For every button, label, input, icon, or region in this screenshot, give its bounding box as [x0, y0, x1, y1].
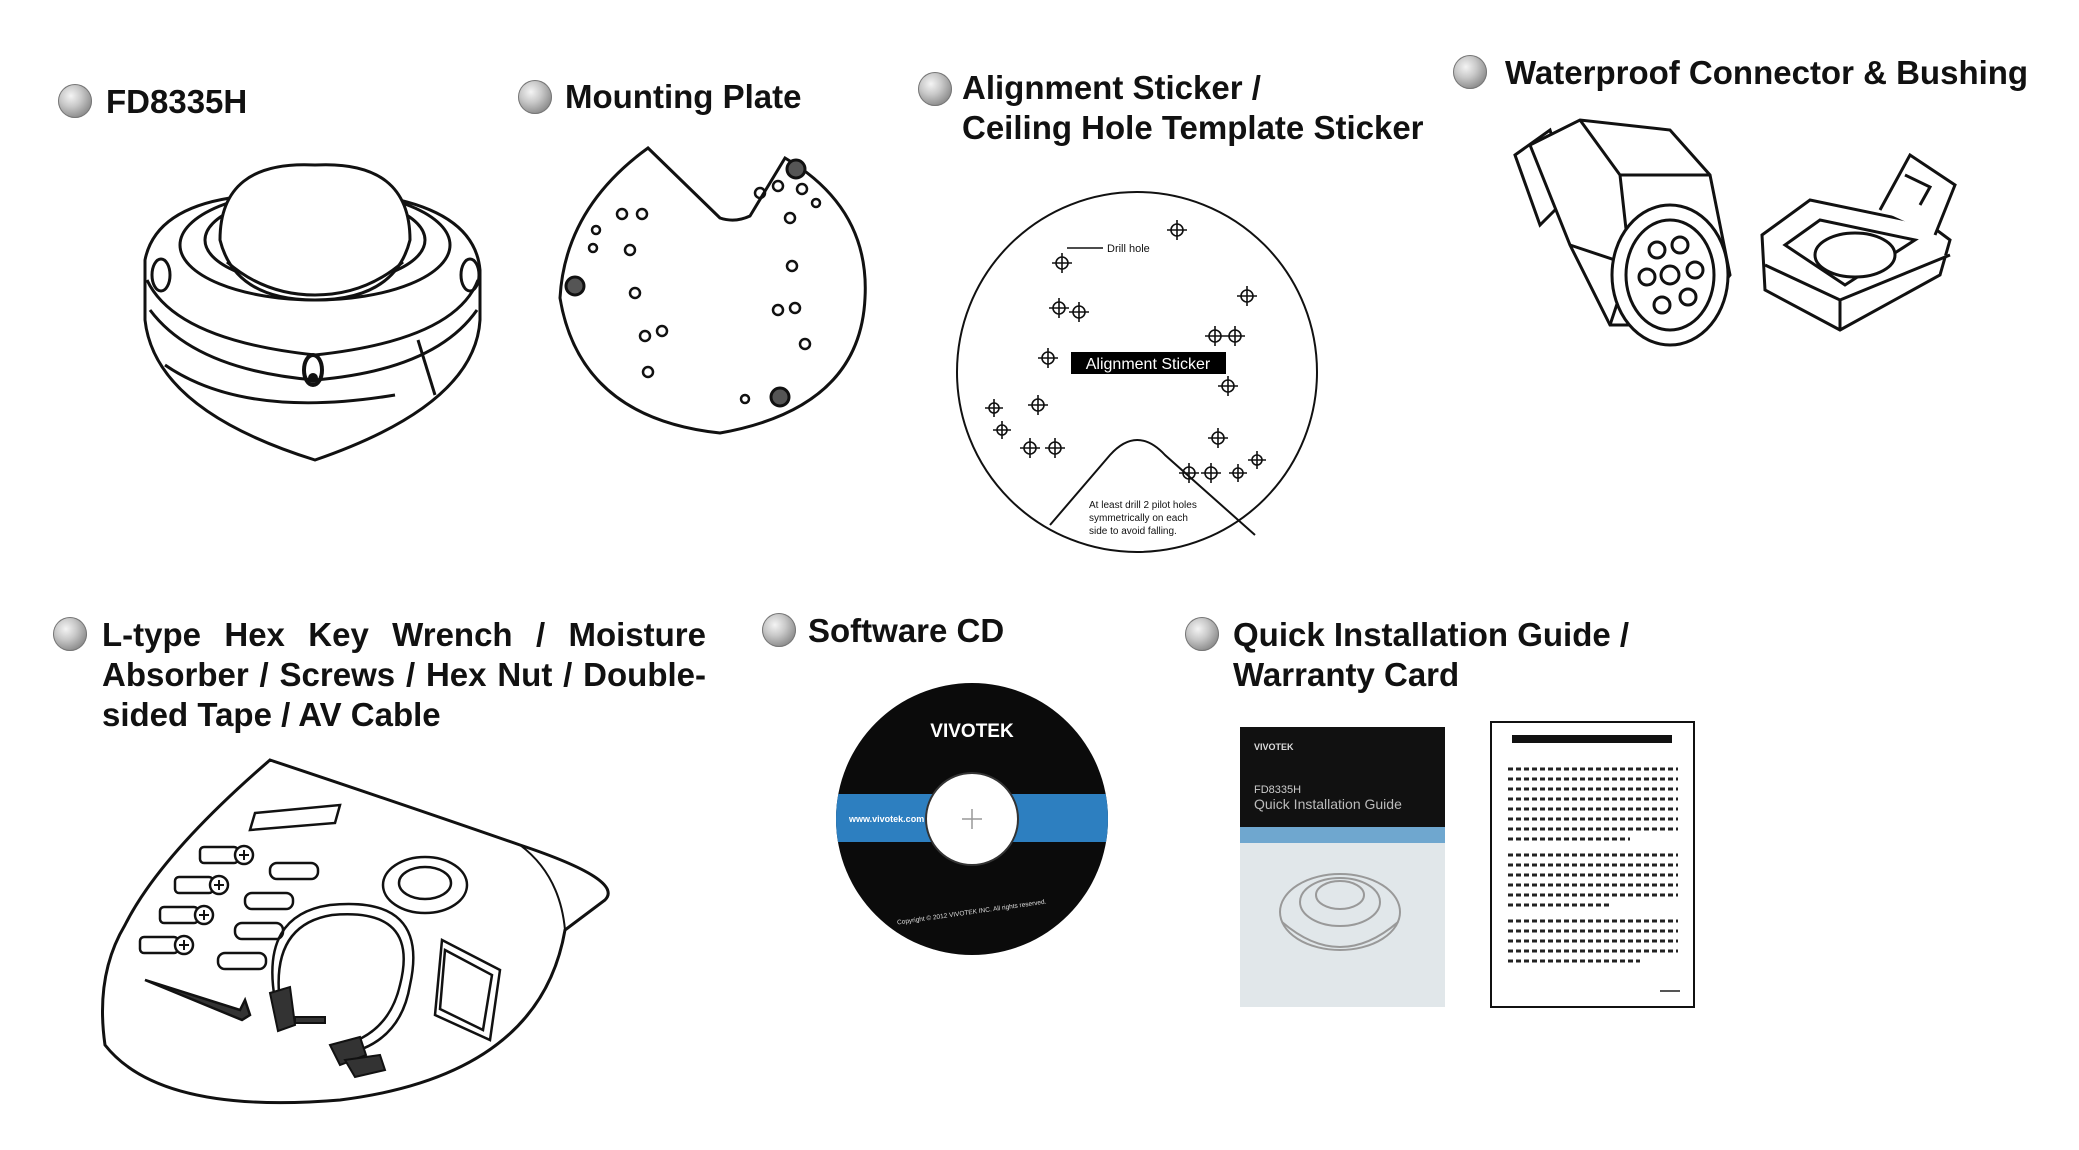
accessory-bag-icon [101, 758, 610, 1105]
item-title: L-type Hex Key Wrench / Moisture Absorbe… [102, 616, 706, 733]
item-title: Software CD [808, 612, 1005, 649]
item-title-line1: Quick Installation Guide / [1233, 616, 1630, 653]
warranty-card-icon [1490, 721, 1695, 1008]
item-title-line2: Ceiling Hole Template Sticker [962, 109, 1424, 146]
sticker-note-line3: side to avoid falling. [1089, 526, 1177, 537]
bullet-icon [58, 84, 92, 118]
sticker-note-line1: At least drill 2 pilot holes [1089, 500, 1197, 511]
item-title: Waterproof Connector & Bushing [1505, 54, 2029, 91]
item-title-line1: Alignment Sticker / [962, 69, 1261, 106]
item-title-line2: Warranty Card [1233, 656, 1460, 693]
bullet-icon [1453, 55, 1487, 89]
alignment-sticker-icon: Alignment Sticker Drill hole At least dr… [956, 191, 1318, 553]
sticker-note-line2: symmetrically on each [1089, 513, 1188, 524]
bullet-icon [53, 617, 87, 651]
guide-model: FD8335H [1254, 784, 1301, 796]
drill-hole-label: Drill hole [1107, 243, 1150, 255]
bullet-icon [762, 613, 796, 647]
software-cd-icon: VIVOTEK www.vivotek.com Copyright © 2012… [836, 683, 1108, 955]
waterproof-connector-icon [1513, 118, 1957, 347]
guide-brand: VIVOTEK [1254, 742, 1294, 752]
item-title: FD8335H [106, 83, 248, 120]
item-title: Mounting Plate [565, 78, 802, 115]
sticker-center-label: Alignment Sticker [1086, 356, 1211, 373]
guide-subtitle: Quick Installation Guide [1254, 796, 1402, 812]
bullet-icon [518, 80, 552, 114]
cd-brand: VIVOTEK [930, 721, 1014, 742]
cd-url: www.vivotek.com [848, 814, 924, 824]
bullet-icon [1185, 617, 1219, 651]
dome-camera-icon [143, 163, 482, 462]
mounting-plate-icon [558, 146, 867, 435]
guide-booklet-icon: VIVOTEK FD8335H Quick Installation Guide [1240, 727, 1445, 1007]
bullet-icon [918, 72, 952, 106]
